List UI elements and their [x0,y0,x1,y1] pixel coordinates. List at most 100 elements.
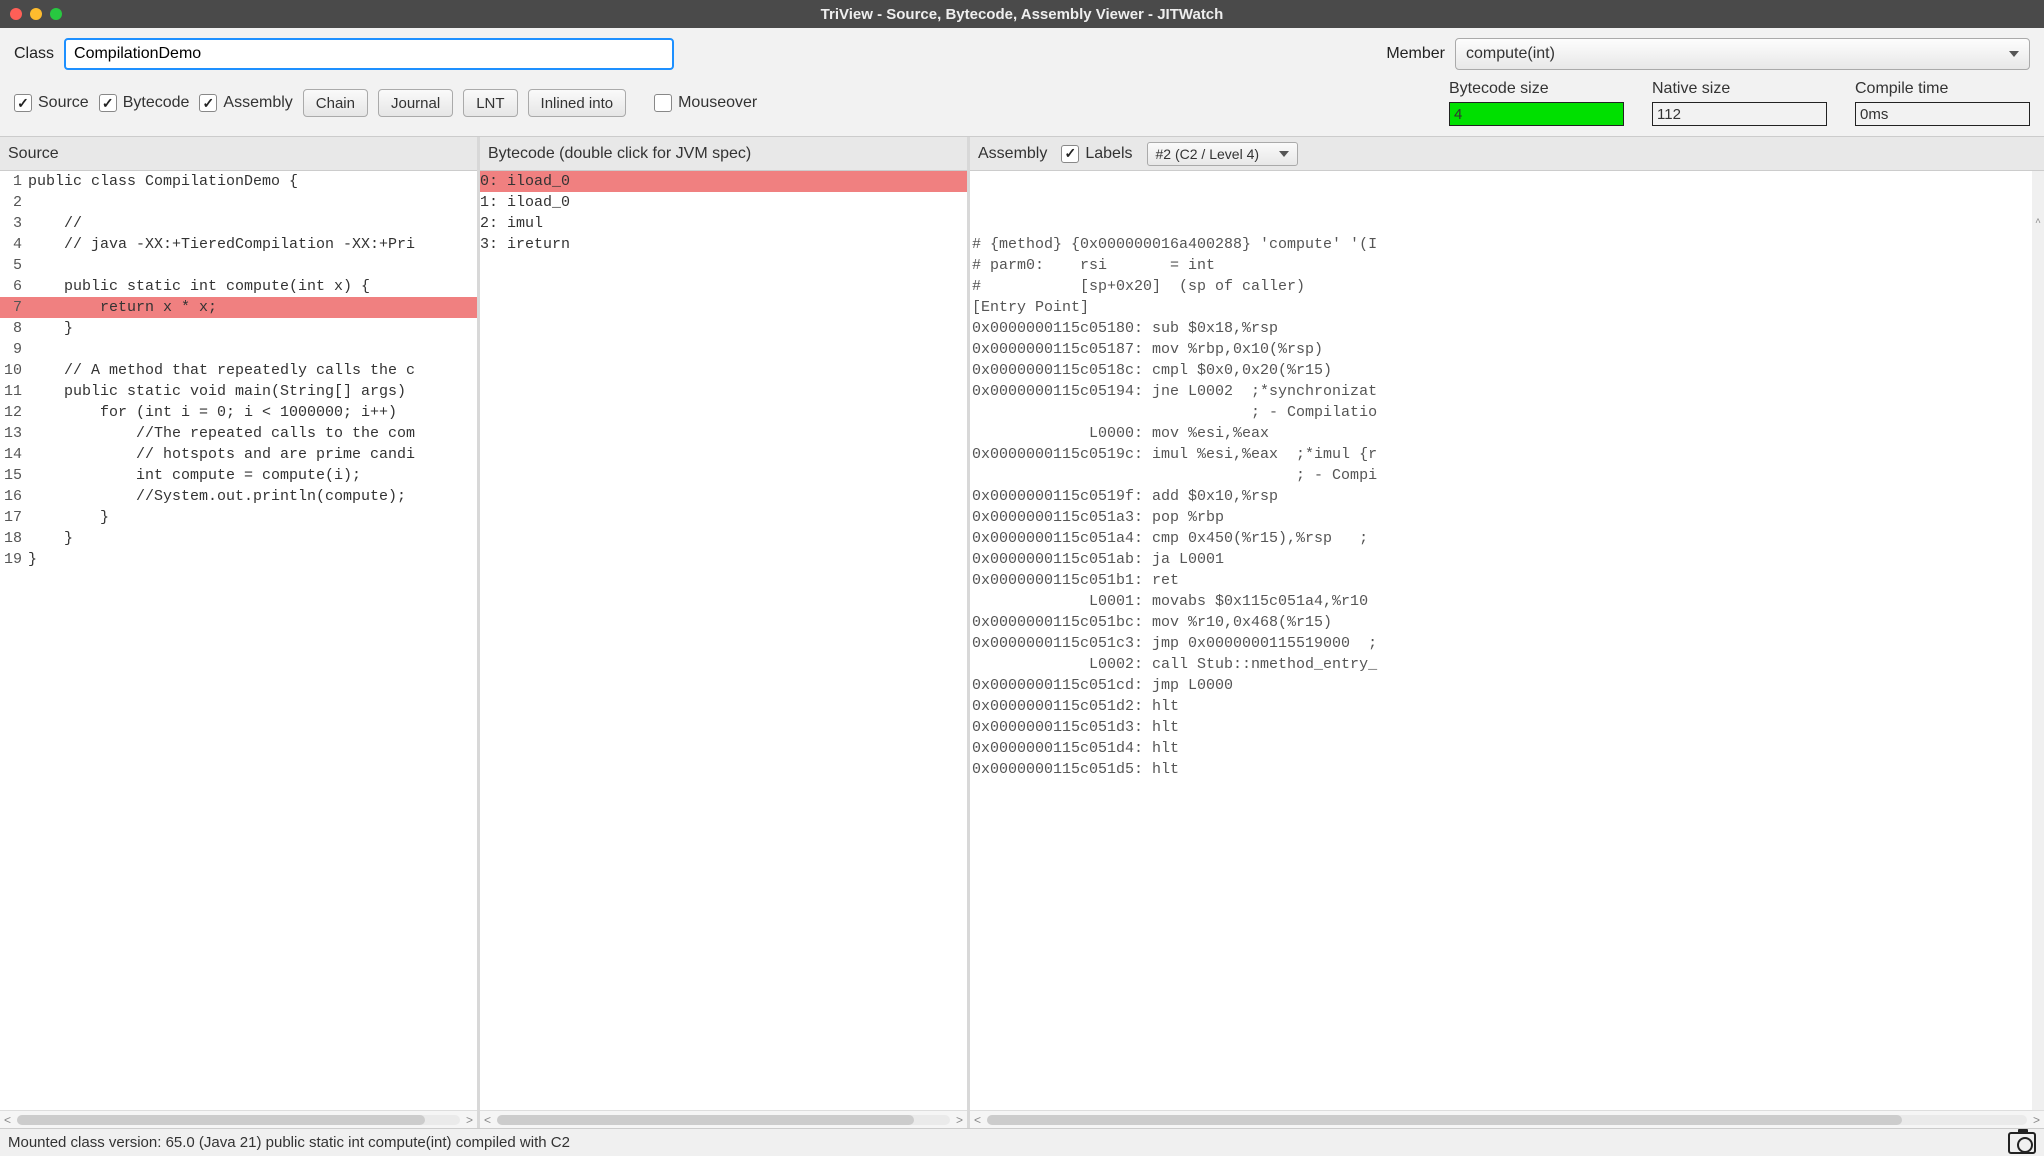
source-line[interactable]: 15 int compute = compute(i); [0,465,477,486]
source-line[interactable]: 11 public static void main(String[] args… [0,381,477,402]
bytecode-line[interactable]: 1: iload_0 [480,192,967,213]
toolbar-row-1: Class Member compute(int) [0,28,2044,80]
asm-version-select[interactable]: #2 (C2 / Level 4) [1147,142,1299,166]
assembly-line[interactable]: 0x0000000115c051d4: hlt [970,738,2032,759]
source-checkbox[interactable] [14,94,32,112]
line-number: 3 [0,213,28,234]
stats-area: Bytecode size 4 Native size 112 Compile … [1449,80,2030,126]
source-line[interactable]: 14 // hotspots and are prime candi [0,444,477,465]
source-line[interactable]: 6 public static int compute(int x) { [0,276,477,297]
source-line[interactable]: 8 } [0,318,477,339]
class-label: Class [14,45,54,63]
source-line[interactable]: 3 // [0,213,477,234]
source-text: public static void main(String[] args) [28,381,477,402]
bytecode-line[interactable]: 0: iload_0 [480,171,967,192]
assembly-line[interactable]: 0x0000000115c051a3: pop %rbp [970,507,2032,528]
source-code-area[interactable]: 1public class CompilationDemo {23 //4 //… [0,171,477,1110]
bytecode-panel-header: Bytecode (double click for JVM spec) [480,137,967,171]
assembly-line[interactable]: 0x0000000115c051cd: jmp L0000 [970,675,2032,696]
source-line[interactable]: 5 [0,255,477,276]
bytecode-checkbox[interactable] [99,94,117,112]
assembly-line[interactable]: 0x0000000115c05194: jne L0002 ;*synchron… [970,381,2032,402]
line-number: 19 [0,549,28,570]
camera-icon[interactable] [2008,1132,2036,1154]
source-line[interactable]: 9 [0,339,477,360]
source-line[interactable]: 10 // A method that repeatedly calls the… [0,360,477,381]
source-text: public static int compute(int x) { [28,276,477,297]
assembly-line[interactable]: 0x0000000115c051c3: jmp 0x00000001155190… [970,633,2032,654]
assembly-line[interactable]: L0002: call Stub::nmethod_entry_ [970,654,2032,675]
close-window-button[interactable] [10,8,22,20]
mouseover-checkbox-wrap[interactable]: Mouseover [654,94,757,112]
member-select[interactable]: compute(int) [1455,38,2030,70]
window-title: TriView - Source, Bytecode, Assembly Vie… [0,6,2044,23]
labels-checkbox-label: Labels [1085,145,1132,163]
bytecode-line[interactable]: 2: imul [480,213,967,234]
assembly-line[interactable]: 0x0000000115c05187: mov %rbp,0x10(%rsp) [970,339,2032,360]
mouseover-checkbox[interactable] [654,94,672,112]
source-line[interactable]: 2 [0,192,477,213]
source-line[interactable]: 12 for (int i = 0; i < 1000000; i++) [0,402,477,423]
assembly-line[interactable]: 0x0000000115c0519f: add $0x10,%rsp [970,486,2032,507]
assembly-vscroll[interactable]: ^ [2032,171,2044,1110]
assembly-line[interactable]: ; - Compi [970,465,2032,486]
source-panel-header: Source [0,137,477,171]
source-checkbox-wrap[interactable]: Source [14,94,89,112]
assembly-line[interactable]: 0x0000000115c051bc: mov %r10,0x468(%r15) [970,612,2032,633]
class-input[interactable] [64,38,674,70]
bytecode-checkbox-label: Bytecode [123,94,190,112]
assembly-line[interactable]: 0x0000000115c051ab: ja L0001 [970,549,2032,570]
source-line[interactable]: 4 // java -XX:+TieredCompilation -XX:+Pr… [0,234,477,255]
source-line[interactable]: 17 } [0,507,477,528]
bytecode-checkbox-wrap[interactable]: Bytecode [99,94,190,112]
assembly-line[interactable]: 0x0000000115c051d5: hlt [970,759,2032,780]
line-number: 17 [0,507,28,528]
maximize-window-button[interactable] [50,8,62,20]
assembly-line[interactable]: ; - Compilatio [970,402,2032,423]
journal-button[interactable]: Journal [378,89,453,117]
stat-bytecode-value: 4 [1449,102,1624,126]
bytecode-hscroll[interactable]: <> [480,1110,967,1128]
assembly-line[interactable]: # [sp+0x20] (sp of caller) [970,276,2032,297]
assembly-hscroll[interactable]: <> [970,1110,2044,1128]
stat-native-label: Native size [1652,80,1827,98]
assembly-line[interactable]: 0x0000000115c0518c: cmpl $0x0,0x20(%r15) [970,360,2032,381]
source-line[interactable]: 13 //The repeated calls to the com [0,423,477,444]
source-text: // A method that repeatedly calls the c [28,360,477,381]
bytecode-code-area[interactable]: 0: iload_01: iload_02: imul3: ireturn [480,171,967,1110]
assembly-checkbox-wrap[interactable]: Assembly [199,94,292,112]
assembly-checkbox[interactable] [199,94,217,112]
lnt-button[interactable]: LNT [463,89,517,117]
assembly-line[interactable]: 0x0000000115c051a4: cmp 0x450(%r15),%rsp… [970,528,2032,549]
source-line[interactable]: 7 return x * x; [0,297,477,318]
chain-button[interactable]: Chain [303,89,368,117]
assembly-line[interactable]: # {method} {0x000000016a400288} 'compute… [970,234,2032,255]
labels-checkbox-wrap[interactable]: Labels [1061,145,1132,163]
source-checkbox-label: Source [38,94,89,112]
stat-bytecode-size: Bytecode size 4 [1449,80,1624,126]
source-hscroll[interactable]: <> [0,1110,477,1128]
source-line[interactable]: 1public class CompilationDemo { [0,171,477,192]
source-line[interactable]: 16 //System.out.println(compute); [0,486,477,507]
inlined-into-button[interactable]: Inlined into [528,89,627,117]
assembly-line[interactable]: 0x0000000115c0519c: imul %esi,%eax ;*imu… [970,444,2032,465]
labels-checkbox[interactable] [1061,145,1079,163]
line-number: 12 [0,402,28,423]
assembly-line[interactable]: 0x0000000115c051d2: hlt [970,696,2032,717]
source-text: // [28,213,477,234]
source-line[interactable]: 19} [0,549,477,570]
assembly-line[interactable]: [Entry Point] [970,297,2032,318]
assembly-line[interactable]: L0001: movabs $0x115c051a4,%r10 [970,591,2032,612]
source-line[interactable]: 18 } [0,528,477,549]
assembly-line[interactable]: 0x0000000115c051b1: ret [970,570,2032,591]
minimize-window-button[interactable] [30,8,42,20]
assembly-line[interactable]: 0x0000000115c05180: sub $0x18,%rsp [970,318,2032,339]
assembly-code-area[interactable]: ^ # {method} {0x000000016a400288} 'compu… [970,171,2044,1110]
assembly-line[interactable]: L0000: mov %esi,%eax [970,423,2032,444]
assembly-line[interactable]: 0x0000000115c051d3: hlt [970,717,2032,738]
asm-version-value: #2 (C2 / Level 4) [1156,146,1260,162]
assembly-line[interactable]: # parm0: rsi = int [970,255,2032,276]
chevron-down-icon [1279,151,1289,157]
bytecode-panel: Bytecode (double click for JVM spec) 0: … [480,137,970,1128]
bytecode-line[interactable]: 3: ireturn [480,234,967,255]
